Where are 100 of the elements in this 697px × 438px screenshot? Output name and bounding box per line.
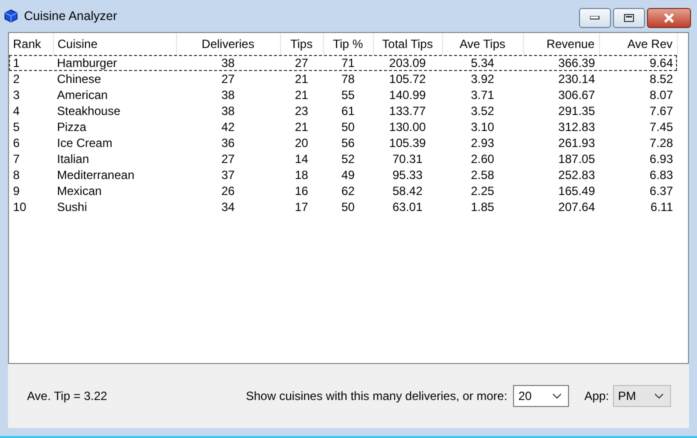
table-cell-text: 9: [12, 183, 21, 199]
table-cell-text: 52: [340, 151, 356, 167]
table-cell-text: 6.11: [650, 199, 674, 215]
column-header[interactable]: Total Tips: [373, 33, 442, 55]
table-row[interactable]: 2 Chinese 27 21 78 105.72 3.92 230.14 8.52: [9, 71, 677, 87]
table-row[interactable]: 3 American 38 21 55 140.99 3.71 306.67 8.07: [9, 87, 677, 103]
average-tip-text: Ave. Tip = 3.22: [27, 389, 108, 403]
table-cell-text: 7: [12, 151, 21, 167]
table-cell-text: 8.07: [648, 87, 674, 103]
table-cell-text: 187.05: [557, 151, 596, 167]
close-button[interactable]: [647, 8, 691, 28]
column-header[interactable]: Deliveries: [176, 33, 280, 55]
table-row[interactable]: 10 Sushi 34 17 50 63.01 1.85 207.64 6.11: [9, 199, 677, 215]
table-cell-text: 50: [340, 199, 356, 215]
minimize-button[interactable]: [579, 8, 611, 28]
table-cell-text: 2.60: [470, 151, 496, 167]
maximize-button[interactable]: [613, 8, 645, 28]
table-cell-text: 5: [12, 119, 21, 135]
table-cell-text: Pizza: [56, 119, 88, 135]
table-row[interactable]: 8 Mediterranean 37 18 49 95.33 2.58 252.83 6.83: [9, 167, 677, 183]
table-cell: 27: [280, 55, 323, 71]
table-cell-text: 26: [220, 183, 236, 199]
maximize-icon: [624, 14, 634, 22]
table-cell-text: 95.33: [391, 167, 424, 183]
table-cell-text: 38: [220, 87, 236, 103]
minimize-icon: [590, 16, 600, 20]
column-header[interactable]: Cuisine: [53, 33, 176, 55]
table-cell-text: 20: [294, 135, 310, 151]
table-cell: 105.72: [373, 71, 442, 87]
deliveries-dropdown[interactable]: 20: [513, 385, 570, 407]
chevron-down-icon: [654, 393, 664, 399]
table-cell-text: 61: [340, 103, 356, 119]
column-header[interactable]: Ave Tips: [442, 33, 523, 55]
table-cell-text: 18: [294, 167, 310, 183]
column-header[interactable]: Tips: [280, 33, 323, 55]
column-header[interactable]: Revenue: [523, 33, 599, 55]
window-title: Cuisine Analyzer: [24, 9, 118, 23]
table-row[interactable]: 1 Hamburger 38 27 71 203.09 5.34 366.39 9.64: [9, 55, 677, 71]
table-cell-text: 50: [340, 119, 356, 135]
table-cell: 230.14: [523, 71, 599, 87]
table-cell-text: 3.10: [470, 119, 496, 135]
table-cell: 1: [9, 55, 53, 71]
table-cell: 8.52: [599, 71, 677, 87]
table-cell-text: 8: [12, 167, 21, 183]
table-cell-text: 21: [294, 87, 310, 103]
table-cell-text: 70.31: [391, 151, 424, 167]
table-cell-text: 42: [220, 119, 236, 135]
table-cell: 27: [176, 71, 280, 87]
table-cell: 366.39: [523, 55, 599, 71]
table-cell-text: 105.39: [388, 135, 427, 151]
table-cell-text: 6: [12, 135, 21, 151]
table-cell-text: Mexican: [56, 183, 103, 199]
table-cell-text: 10: [12, 199, 28, 215]
table-cell-text: 6.83: [648, 167, 674, 183]
table-cell-text: Sushi: [56, 199, 88, 215]
table-cell: 71: [323, 55, 373, 71]
table-cell-text: 2.93: [470, 135, 496, 151]
table-cell: 5.34: [442, 55, 523, 71]
column-header[interactable]: Tip %: [323, 33, 373, 55]
table-cell-text: 55: [340, 87, 356, 103]
table-row[interactable]: 7 Italian 27 14 52 70.31 2.60 187.05 6.93: [9, 151, 677, 167]
table-cell-text: 14: [294, 151, 310, 167]
table-cell-text: Italian: [56, 151, 90, 167]
table-cell: 78: [323, 71, 373, 87]
table-cell: 2: [9, 71, 53, 87]
table-cell-text: 7.28: [648, 135, 674, 151]
table-cell: Hamburger: [53, 55, 176, 71]
column-header[interactable]: Ave Rev: [599, 33, 677, 55]
table-row[interactable]: 4 Steakhouse 38 23 61 133.77 3.52 291.35 7.67: [9, 103, 677, 119]
table-cell-text: 3.71: [470, 87, 496, 103]
table-cell-text: 58.42: [391, 183, 424, 199]
table-cell-text: 34: [220, 199, 236, 215]
table-cell: Chinese: [53, 71, 176, 87]
table-cell-text: 252.83: [557, 167, 596, 183]
table-cell-text: 63.01: [391, 199, 424, 215]
table-row[interactable]: 9 Mexican 26 16 62 58.42 2.25 165.49 6.37: [9, 183, 677, 199]
table-cell-text: 1.85: [470, 199, 496, 215]
table-cell-text: American: [56, 87, 109, 103]
table-cell-text: 3.52: [470, 103, 496, 119]
table-cell-text: 23: [294, 103, 310, 119]
table-cell-text: 17: [294, 199, 310, 215]
table-cell-text: 27: [220, 151, 236, 167]
column-header[interactable]: Rank: [9, 33, 53, 55]
table-row[interactable]: 6 Ice Cream 36 20 56 105.39 2.93 261.93 7.28: [9, 135, 677, 151]
table-cell-text: 140.99: [388, 87, 427, 103]
table-cell-text: 38: [220, 103, 236, 119]
table-cell: 3.92: [442, 71, 523, 87]
table-cell-text: 7.67: [648, 103, 674, 119]
filter-label: Show cuisines with this many deliveries, or more:: [246, 389, 508, 403]
table-cell-text: 16: [294, 183, 310, 199]
table-cell-text: 6.37: [648, 183, 674, 199]
table-row[interactable]: 5 Pizza 42 21 50 130.00 3.10 312.83 7.45: [9, 119, 677, 135]
table-cell-text: 21: [294, 119, 310, 135]
table-cell-text: 291.35: [557, 103, 596, 119]
table-cell-text: 130.00: [388, 119, 427, 135]
cube-icon: [4, 9, 18, 23]
chevron-down-icon: [552, 393, 562, 399]
table-cell-text: 62: [340, 183, 356, 199]
table-cell: 9.64: [599, 55, 677, 71]
table-cell-text: 2.58: [470, 167, 496, 183]
